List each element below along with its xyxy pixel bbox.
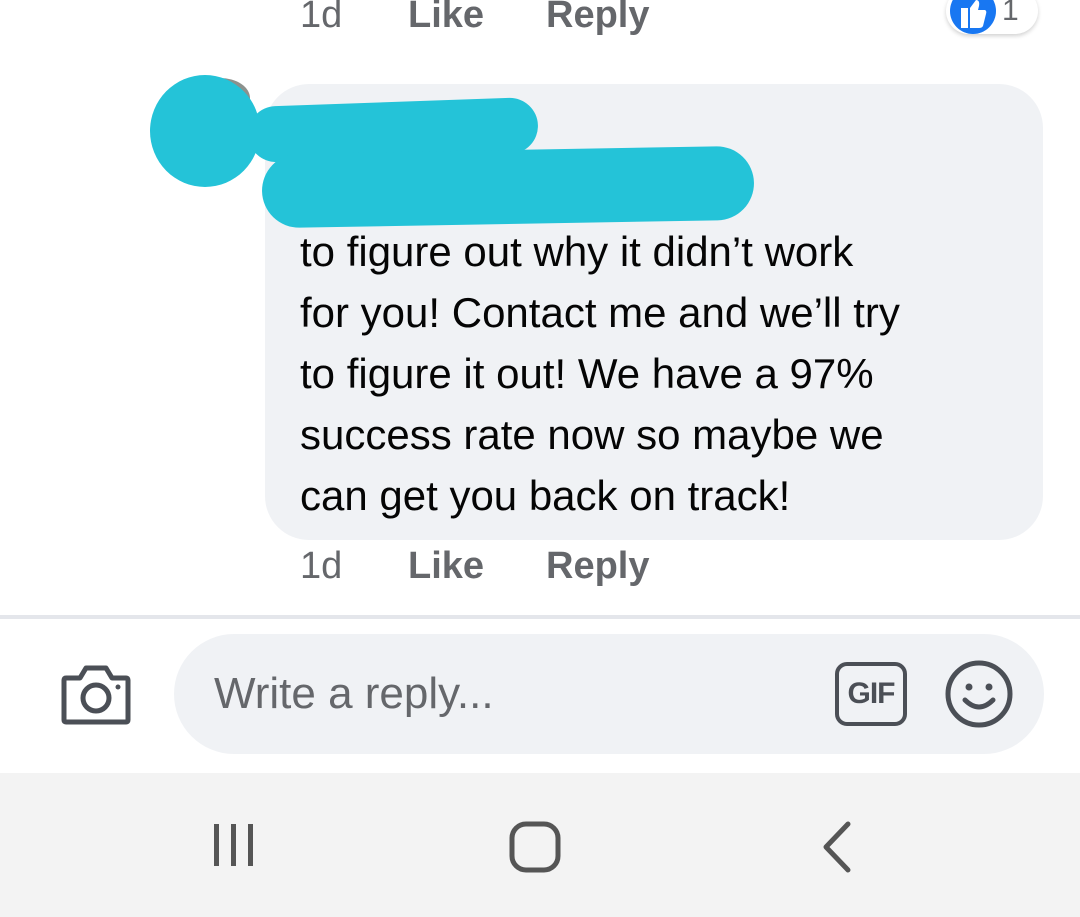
divider [0,615,1080,619]
like-button[interactable]: Like [408,0,546,37]
camera-icon[interactable] [60,662,132,728]
reaction-badge[interactable]: 1 [946,0,1038,34]
reaction-count: 1 [1002,0,1019,27]
like-button[interactable]: Like [408,545,546,588]
gif-icon[interactable]: GIF [835,662,907,726]
comment-actions: 1d Like Reply [300,545,649,588]
comment-time: 1d [300,545,343,587]
back-icon[interactable] [818,820,858,879]
like-icon [950,0,996,34]
reply-button[interactable]: Reply [546,0,649,37]
home-icon[interactable] [508,820,562,879]
redacted-text [261,145,755,229]
comment-actions-top: 1d Like Reply [300,0,649,37]
emoji-icon[interactable] [943,658,1015,730]
reply-input[interactable] [212,668,816,720]
avatar[interactable] [150,75,260,187]
recents-icon[interactable] [210,820,258,875]
comment-time: 1d [300,0,343,36]
reply-input-container[interactable] [174,634,1044,754]
reply-button[interactable]: Reply [546,545,649,588]
